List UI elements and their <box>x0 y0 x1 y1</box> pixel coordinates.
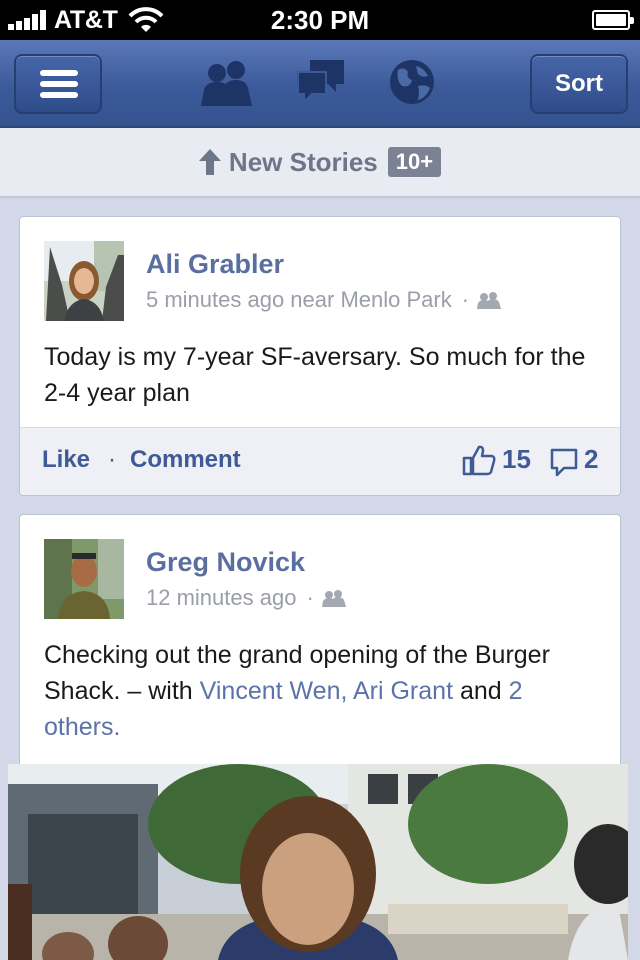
action-separator: · <box>108 446 116 473</box>
comment-button[interactable]: Comment <box>130 446 241 474</box>
tagged-friends-link[interactable]: Vincent Wen, Ari Grant <box>200 677 453 705</box>
story-photo[interactable] <box>8 764 628 960</box>
story-author[interactable]: Ali Grabler <box>146 249 284 280</box>
new-stories-label: New Stories <box>228 146 378 177</box>
story-text: Today is my 7-year SF-aversary. So much … <box>44 343 586 407</box>
status-time: 2:30 PM <box>270 5 370 35</box>
thumbs-up-icon[interactable] <box>462 444 496 476</box>
sort-button[interactable]: Sort <box>530 54 628 114</box>
friends-privacy-icon <box>477 292 502 309</box>
status-bar: AT&T 2:30 PM <box>0 0 640 40</box>
story-author[interactable]: Greg Novick <box>146 547 305 578</box>
like-button[interactable]: Like <box>42 446 90 474</box>
menu-button[interactable] <box>14 54 102 114</box>
notifications-globe-icon[interactable] <box>388 58 436 106</box>
story-meta: 5 minutes ago near Menlo Park · <box>146 287 502 313</box>
story-meta: 12 minutes ago · <box>146 585 346 611</box>
messages-icon[interactable] <box>296 58 346 106</box>
meta-separator: · <box>461 287 470 312</box>
nav-bar: Sort <box>0 40 640 128</box>
comment-bubble-icon[interactable] <box>550 448 578 478</box>
friend-requests-icon[interactable] <box>200 58 254 108</box>
story-text: Checking out the grand opening of the Bu… <box>44 637 604 745</box>
avatar[interactable] <box>44 539 124 619</box>
friends-privacy-icon <box>321 590 346 607</box>
meta-separator: · <box>306 585 314 610</box>
avatar[interactable] <box>44 241 124 321</box>
story-text-and: and <box>453 677 509 705</box>
like-count[interactable]: 15 <box>502 444 531 475</box>
story-card: Greg Novick 12 minutes ago · Checking ou… <box>19 514 621 774</box>
story-actions: Like · Comment 15 2 <box>20 427 620 495</box>
arrow-up-icon <box>198 149 221 175</box>
story-timestamp: 5 minutes ago near Menlo Park <box>146 287 452 312</box>
story-text-period: . <box>113 713 121 741</box>
battery-icon <box>592 10 634 30</box>
story-timestamp: 12 minutes ago <box>146 585 297 610</box>
story-card: Ali Grabler 5 minutes ago near Menlo Par… <box>19 216 621 496</box>
new-stories-count-badge: 10+ <box>387 147 442 177</box>
new-stories-bar[interactable]: New Stories 10+ <box>0 128 640 198</box>
comment-count[interactable]: 2 <box>584 444 598 475</box>
